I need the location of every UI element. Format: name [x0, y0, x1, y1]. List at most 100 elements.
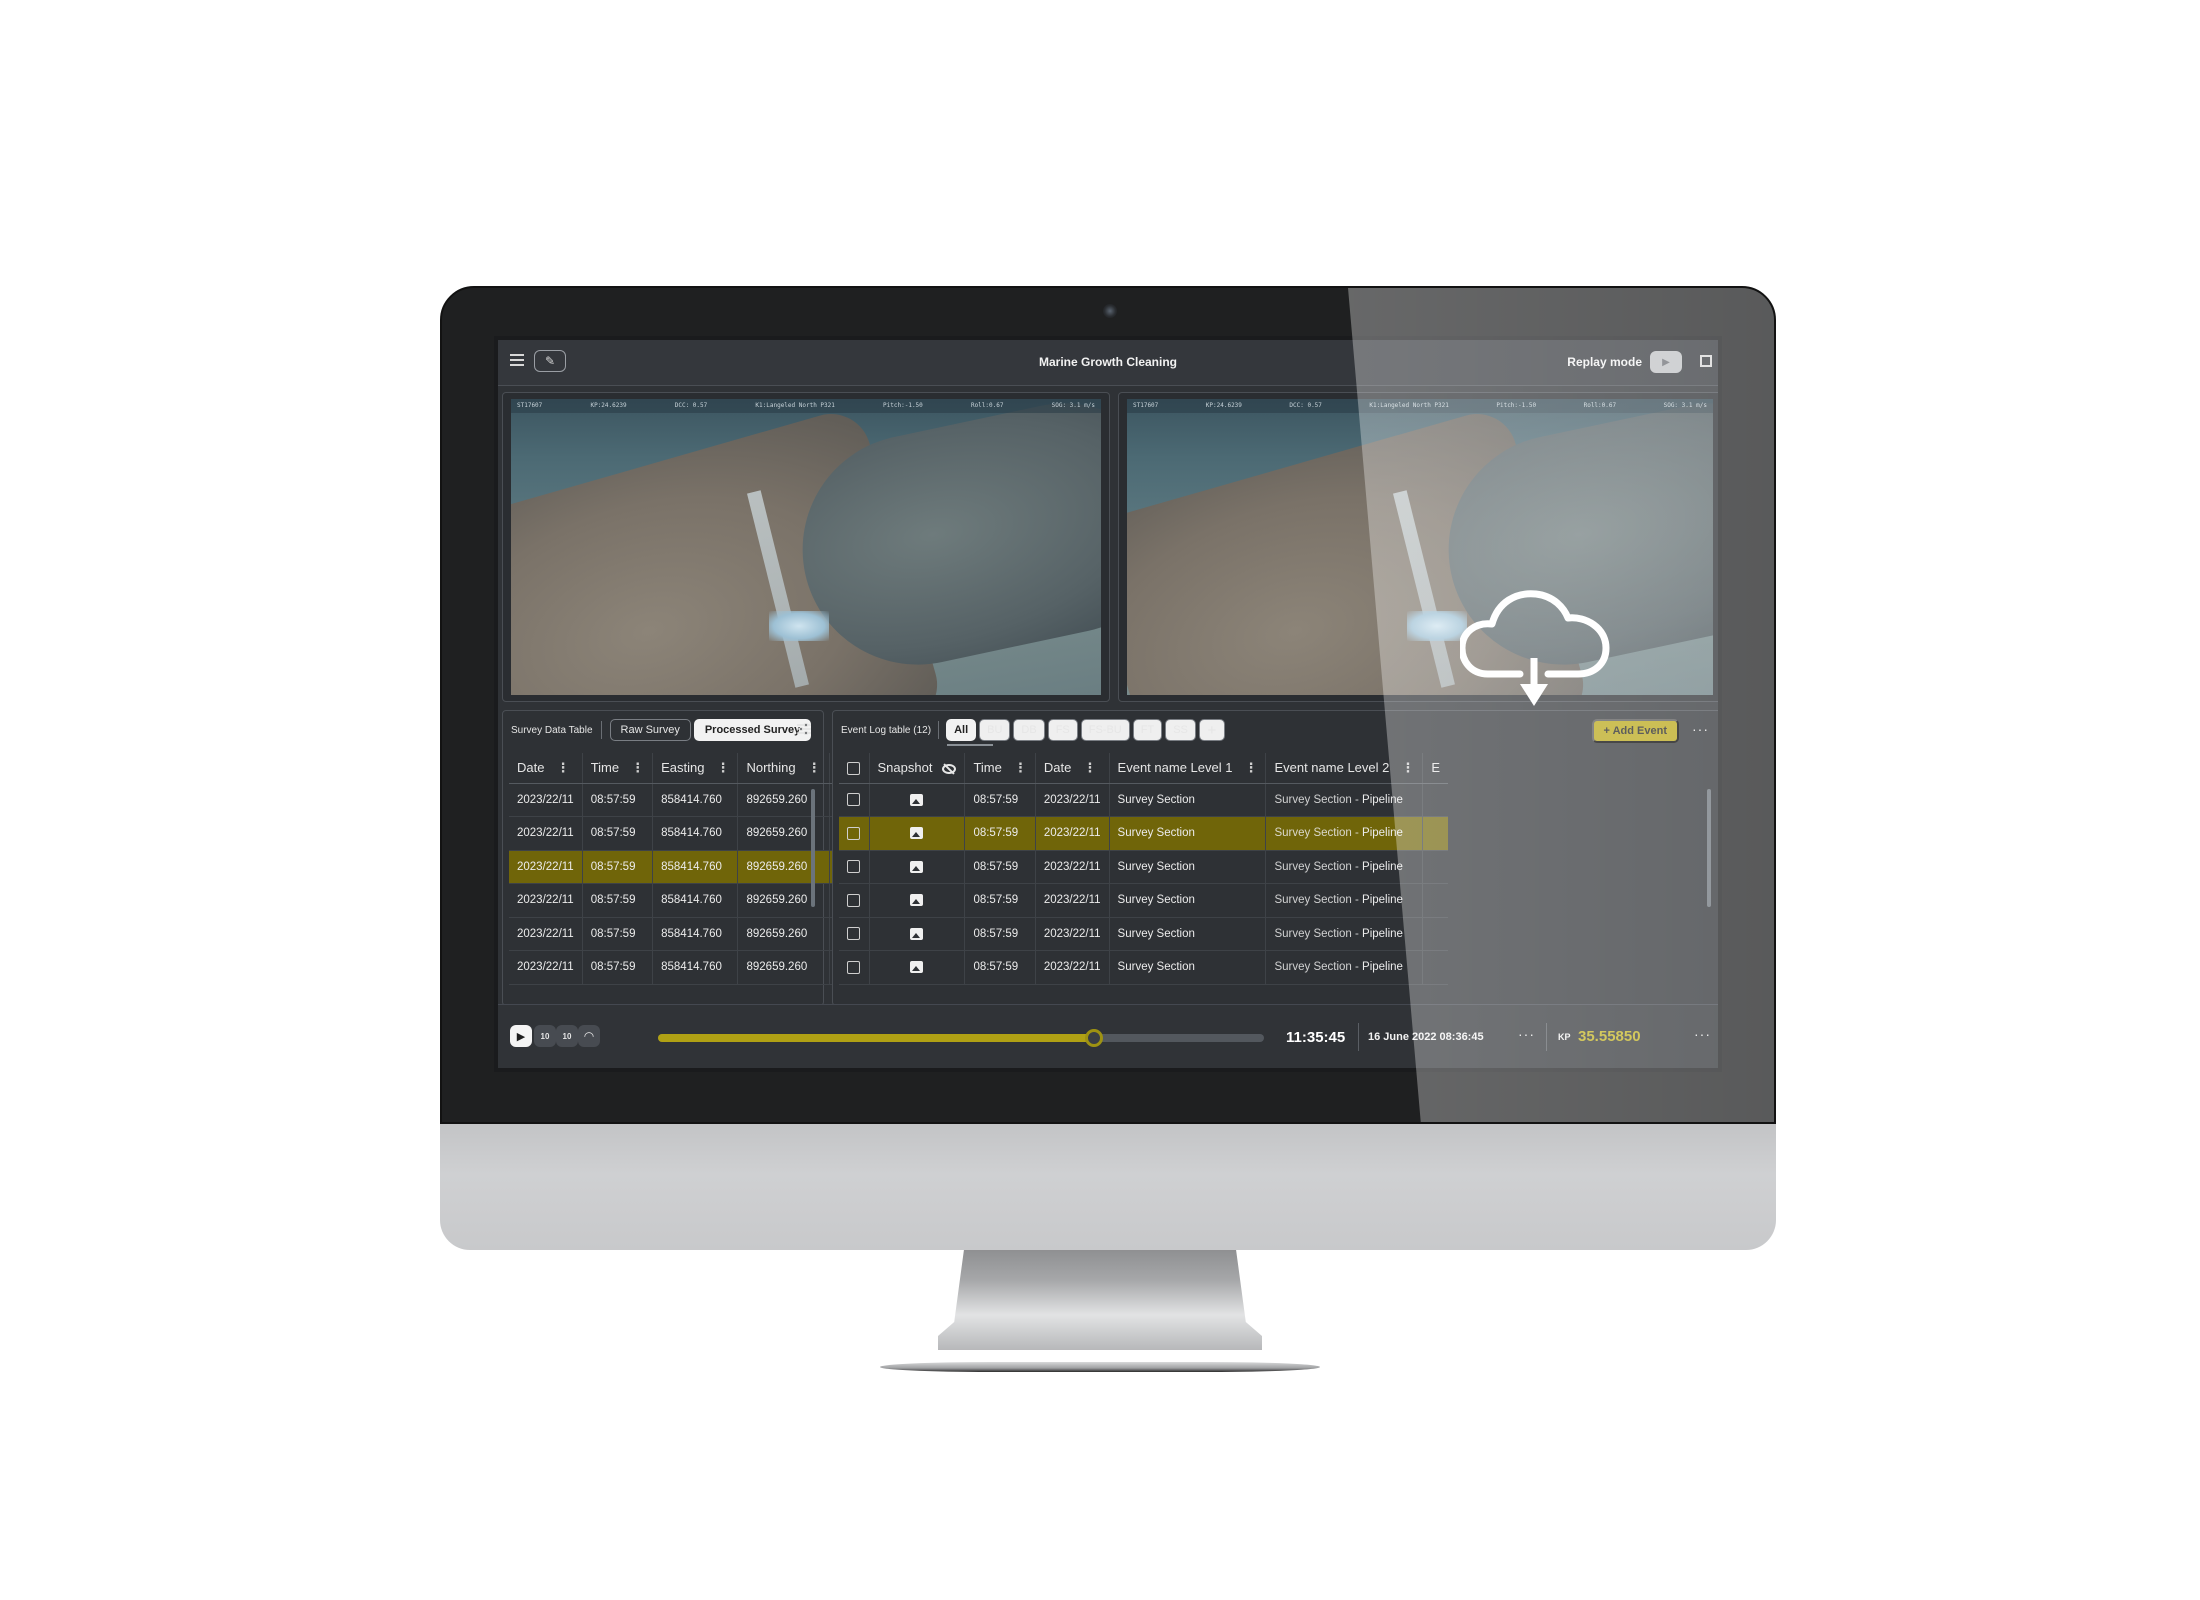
- cell-snapshot: [869, 950, 966, 985]
- webcam: [1103, 304, 1117, 318]
- cell-time: 08:57:59: [582, 883, 654, 918]
- cell-easting: 858414.760: [652, 950, 739, 985]
- cell-event-level-2: Survey Section - Pipeline: [1265, 850, 1424, 884]
- table-row[interactable]: 08:57:59 2023/22/11 Survey Section Survey S…: [839, 816, 1449, 851]
- table-row[interactable]: 2023/22/1108:57:59858414.760892659.26077…: [509, 917, 854, 951]
- video-feed-left[interactable]: ST17607 KP:24.6239 DCC: 0.57 K1:Langeled…: [511, 399, 1101, 695]
- tab-raw-survey[interactable]: Raw Survey: [609, 719, 691, 741]
- image-icon[interactable]: [910, 961, 924, 974]
- row-checkbox[interactable]: [847, 826, 860, 840]
- image-icon[interactable]: [910, 894, 924, 907]
- select-all-checkbox[interactable]: [847, 762, 860, 776]
- cell-easting: 858414.760: [652, 783, 739, 817]
- cell-date: 2023/22/11: [1035, 850, 1110, 884]
- filter-settings-icon[interactable]: [797, 723, 811, 735]
- video-overlay-text: ST17607 KP:24.6239 DCC: 0.57 K1:Langeled…: [511, 399, 1101, 413]
- table-row[interactable]: 08:57:59 2023/22/11 Survey Section Survey S…: [839, 950, 1449, 985]
- playback-speed-button[interactable]: ◠: [578, 1025, 600, 1047]
- filter-chip-ss[interactable]: SS: [1165, 719, 1196, 741]
- table-row[interactable]: 2023/22/1108:57:59858414.760892659.26077…: [509, 883, 854, 918]
- table-row[interactable]: 08:57:59 2023/22/11 Survey Section Survey S…: [839, 783, 1449, 817]
- cell-date: 2023/22/11: [509, 917, 583, 951]
- cell-date: 2023/22/11: [509, 783, 583, 817]
- cell-northing: 892659.260: [737, 783, 830, 817]
- table-row[interactable]: 2023/22/1108:57:59858414.760892659.26077…: [509, 783, 854, 817]
- column-header-time[interactable]: Time ⋮: [582, 753, 654, 784]
- cell-snapshot: [869, 850, 966, 884]
- column-header-time[interactable]: Time ⋮: [964, 753, 1036, 784]
- cell-e: [1422, 950, 1449, 985]
- column-header-e[interactable]: E: [1422, 753, 1449, 784]
- hide-snapshots-icon[interactable]: [942, 763, 957, 774]
- video-pane-right: ST17607 KP:24.6239 DCC: 0.57 K1:Langeled…: [1118, 392, 1718, 702]
- timeline-thumb[interactable]: [1085, 1029, 1104, 1047]
- row-checkbox[interactable]: [847, 793, 860, 807]
- column-header-date[interactable]: Date ⋮: [509, 753, 583, 784]
- video-feed-right[interactable]: ST17607 KP:24.6239 DCC: 0.57 K1:Langeled…: [1127, 399, 1713, 695]
- timeline-slider[interactable]: [658, 1029, 1264, 1047]
- cell-time: 08:57:59: [964, 783, 1036, 817]
- cell-event-level-2: Survey Section - Pipeline: [1265, 883, 1424, 918]
- filter-chip-bu[interactable]: BU: [979, 719, 1011, 741]
- filter-chip-ft[interactable]: FT: [1132, 719, 1163, 741]
- cell-snapshot: [869, 917, 966, 951]
- column-header-date[interactable]: Date ⋮: [1035, 753, 1110, 784]
- cell-northing: 892659.260: [737, 917, 830, 951]
- tab-processed-survey[interactable]: Processed Survey: [693, 719, 812, 741]
- row-checkbox[interactable]: [847, 860, 860, 874]
- image-icon[interactable]: [910, 860, 924, 873]
- monitor-mockup: ✎ Marine Growth Cleaning Replay mode ▶ S…: [440, 286, 1776, 1250]
- filter-chip-add[interactable]: +: [1198, 719, 1225, 741]
- column-header-northing[interactable]: Northing ⋮: [737, 753, 830, 784]
- forward-10-button[interactable]: 10: [556, 1025, 578, 1047]
- cell-time: 08:57:59: [964, 950, 1036, 985]
- table-row[interactable]: 08:57:59 2023/22/11 Survey Section Survey S…: [839, 850, 1449, 884]
- replay-mode-toggle[interactable]: ▶: [1650, 351, 1682, 373]
- monitor-stand: [938, 1250, 1262, 1350]
- table-row[interactable]: 08:57:59 2023/22/11 Survey Section Survey S…: [839, 883, 1449, 918]
- image-icon[interactable]: [910, 827, 924, 840]
- survey-table-scrollbar[interactable]: [811, 789, 815, 907]
- rewind-10-button[interactable]: 10: [534, 1025, 556, 1047]
- table-row[interactable]: 2023/22/1108:57:59858414.760892659.26077…: [509, 816, 854, 851]
- forward-icon: 10: [562, 1031, 572, 1041]
- fullscreen-icon[interactable]: [1700, 355, 1712, 367]
- filter-chip-all[interactable]: All: [946, 719, 994, 746]
- cell-checkbox: [839, 917, 870, 951]
- column-header-event-level-2[interactable]: Event name Level 2 ⋮: [1265, 753, 1424, 784]
- event-table-scrollbar[interactable]: [1707, 789, 1711, 907]
- column-header-snapshot[interactable]: Snapshot: [869, 753, 966, 784]
- survey-panel-header: Survey Data Table Raw Survey Processed S…: [503, 711, 823, 749]
- filter-chip-fs-bu[interactable]: FS-BU: [1080, 719, 1130, 741]
- current-datetime: 16 June 2022 08:36:45: [1368, 1031, 1484, 1043]
- app-title: Marine Growth Cleaning: [1038, 355, 1177, 369]
- filter-chip-fs[interactable]: FS: [1047, 719, 1078, 741]
- table-row[interactable]: 2023/22/1108:57:59858414.760892659.26077…: [509, 850, 854, 884]
- row-checkbox[interactable]: [847, 893, 860, 907]
- table-row[interactable]: 2023/22/1108:57:59858414.760892659.26077…: [509, 950, 854, 985]
- cell-date: 2023/22/11: [509, 950, 583, 985]
- image-icon[interactable]: [910, 927, 924, 940]
- row-checkbox[interactable]: [847, 927, 860, 941]
- play-button[interactable]: ▶: [510, 1025, 532, 1047]
- top-bar: ✎ Marine Growth Cleaning Replay mode ▶: [498, 340, 1718, 386]
- cell-event-level-1: Survey Section: [1109, 816, 1267, 851]
- table-row[interactable]: 08:57:59 2023/22/11 Survey Section Survey S…: [839, 917, 1449, 951]
- column-header-easting[interactable]: Easting ⋮: [652, 753, 739, 784]
- add-event-button[interactable]: + Add Event: [1591, 719, 1679, 743]
- cell-e: [1422, 917, 1449, 951]
- cell-northing: 892659.260: [737, 816, 830, 851]
- select-all-checkbox-cell: [839, 753, 870, 784]
- kp-more-icon[interactable]: ···: [1694, 1026, 1711, 1042]
- column-header-event-level-1[interactable]: Event name Level 1 ⋮: [1109, 753, 1267, 784]
- filter-chip-db[interactable]: DB: [1013, 719, 1045, 741]
- image-icon[interactable]: [910, 793, 924, 806]
- cell-easting: 858414.760: [652, 917, 739, 951]
- datetime-more-icon[interactable]: ···: [1518, 1026, 1535, 1042]
- cell-easting: 858414.760: [652, 883, 739, 918]
- row-checkbox[interactable]: [847, 960, 860, 974]
- survey-data-panel: Survey Data Table Raw Survey Processed S…: [502, 710, 855, 1006]
- cell-checkbox: [839, 950, 870, 985]
- more-options-icon[interactable]: ···: [1692, 721, 1709, 737]
- cell-date: 2023/22/11: [1035, 783, 1110, 817]
